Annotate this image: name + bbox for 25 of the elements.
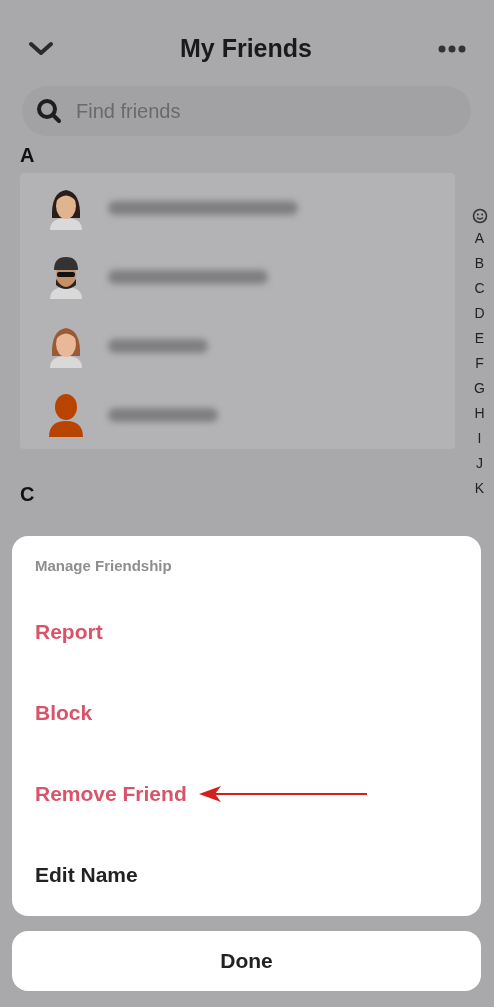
menu-action[interactable]: Report (35, 615, 103, 648)
index-letter[interactable]: D (474, 302, 485, 324)
index-letter[interactable]: K (474, 477, 485, 499)
page-title: My Friends (180, 33, 312, 65)
chevron-down-icon[interactable] (28, 41, 54, 57)
section-letter: A (20, 143, 36, 168)
index-letter[interactable]: A (474, 227, 485, 249)
index-letter[interactable]: G (474, 377, 485, 399)
index-letter[interactable]: H (474, 402, 485, 424)
index-letter[interactable]: J (476, 452, 483, 474)
more-icon[interactable] (438, 45, 466, 53)
smiley-icon[interactable] (471, 208, 488, 224)
menu-action[interactable]: Edit Name (35, 858, 138, 891)
index-letter[interactable]: B (474, 252, 485, 274)
search-field[interactable]: Find friends (22, 86, 471, 136)
section-letter: C (20, 482, 36, 507)
menu-action[interactable]: Block (35, 696, 93, 729)
index-letter[interactable]: F (475, 352, 484, 374)
menu-action[interactable]: Remove Friend (35, 777, 187, 810)
sheet-title: Manage Friendship (35, 556, 173, 576)
index-letter[interactable]: C (474, 277, 485, 299)
search-icon (36, 98, 62, 124)
index-letter[interactable]: I (477, 427, 482, 449)
done-button[interactable]: Done (12, 931, 481, 991)
index-letter[interactable]: E (474, 327, 485, 349)
